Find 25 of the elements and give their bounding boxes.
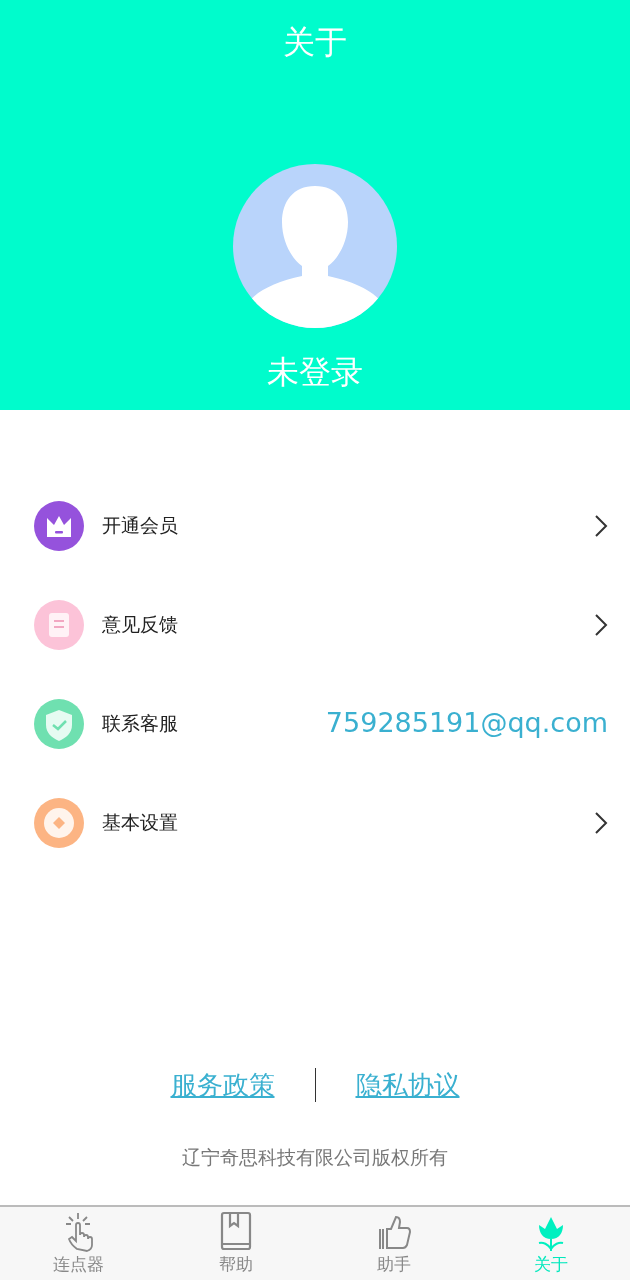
coin-icon	[34, 797, 84, 848]
shield-icon	[34, 698, 84, 749]
user-name: 未登录	[267, 352, 363, 393]
email-text: 759285191@qq.com	[325, 706, 608, 741]
chevron-right-icon	[594, 810, 608, 835]
avatar-icon[interactable]	[233, 164, 397, 328]
crown-icon	[34, 500, 84, 551]
menu-label: 开通会员	[102, 513, 178, 539]
menu-label: 基本设置	[102, 810, 178, 836]
chevron-right-icon	[594, 612, 608, 637]
tab-item[interactable]: 连点器	[0, 1207, 158, 1280]
chevron-right-icon	[594, 513, 608, 538]
policy-link[interactable]: 服务政策	[170, 1065, 275, 1105]
tab-item[interactable]: 助手	[315, 1207, 473, 1280]
page-title: 关于	[283, 22, 347, 63]
menu-item[interactable]: 开通会员	[0, 476, 630, 575]
note-icon	[34, 599, 84, 650]
menu-label: 意见反馈	[102, 612, 178, 638]
menu-item[interactable]: 基本设置	[0, 773, 630, 872]
policy-link[interactable]: 隐私协议	[355, 1065, 460, 1105]
menu-item[interactable]: 联系客服 759285191@qq.com	[0, 674, 630, 773]
menu-item[interactable]: 意见反馈	[0, 575, 630, 674]
tab-item[interactable]: 帮助	[157, 1207, 315, 1280]
menu-label: 联系客服	[102, 711, 178, 737]
copyright-text: 辽宁奇思科技有限公司版权所有	[181, 1144, 449, 1170]
